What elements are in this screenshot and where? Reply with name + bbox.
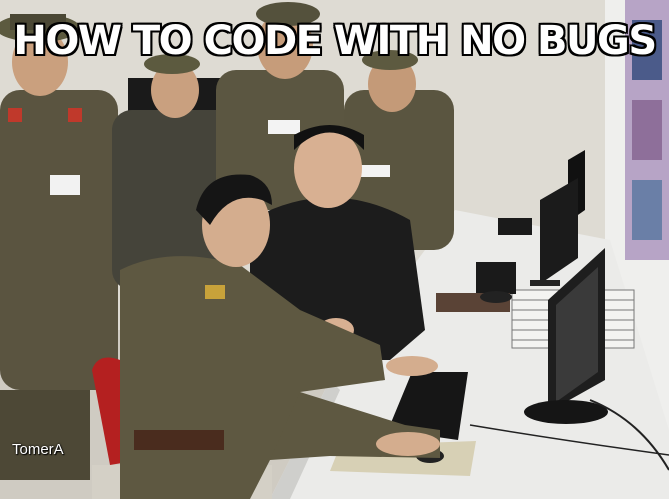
meme-image: HOW TO CODE WITH NO BUGS TomerA xyxy=(0,0,669,499)
monitor-stand-icon xyxy=(524,400,608,424)
keyboard-icon xyxy=(476,262,516,294)
poster-panel-icon xyxy=(632,100,662,160)
poster-panel-icon xyxy=(632,180,662,240)
meme-caption: HOW TO CODE WITH NO BUGS xyxy=(13,18,657,64)
keyboard-icon xyxy=(498,218,532,235)
mouse-icon xyxy=(480,291,512,303)
photo-scene xyxy=(0,0,669,499)
watermark-text: TomerA xyxy=(12,441,64,458)
